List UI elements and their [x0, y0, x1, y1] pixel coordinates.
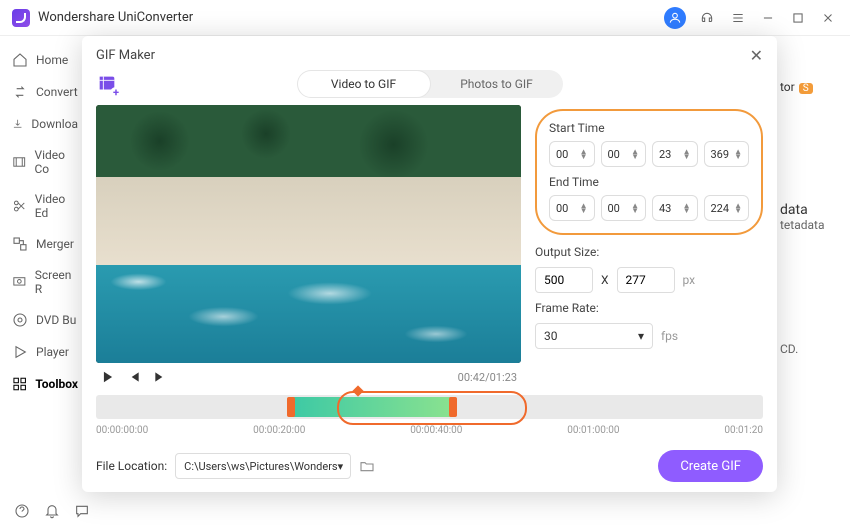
sidebar-item-screen-recorder[interactable]: Screen R [0, 260, 90, 304]
minimize-button[interactable] [758, 8, 778, 28]
sidebar-item-label: DVD Bu [36, 313, 76, 327]
time-range-group: Start Time 00▲▼ 00▲▼ 23▲▼ 369▲▼ End Time… [535, 109, 763, 235]
sidebar-item-label: Screen R [35, 268, 78, 296]
menu-button[interactable] [728, 8, 748, 28]
start-mm-stepper[interactable]: 00▲▼ [601, 141, 647, 167]
sidebar-item-label: Convert [36, 85, 78, 99]
title-actions [664, 7, 838, 29]
titlebar: Wondershare UniConverter [0, 0, 850, 36]
start-ms-stepper[interactable]: 369▲▼ [704, 141, 750, 167]
frame-rate-label: Frame Rate: [535, 301, 763, 315]
sidebar-item-home[interactable]: Home [0, 44, 90, 76]
sidebar-item-player[interactable]: Player [0, 336, 90, 368]
selection-clip[interactable] [290, 397, 454, 417]
notifications-button[interactable] [44, 503, 60, 522]
player-controls: 00:42/01:23 [96, 363, 521, 391]
timeline-track[interactable] [96, 395, 763, 419]
end-mm-stepper[interactable]: 00▲▼ [601, 195, 647, 221]
end-ss-stepper[interactable]: 43▲▼ [652, 195, 698, 221]
sidebar-item-dvd-burner[interactable]: DVD Bu [0, 304, 90, 336]
output-width-input[interactable] [535, 267, 593, 293]
statusbar [0, 497, 104, 527]
modal-title: GIF Maker [96, 48, 750, 63]
create-gif-button[interactable]: Create GIF [658, 450, 763, 482]
trim-start-handle[interactable] [287, 397, 295, 417]
sidebar-item-label: Video Co [34, 148, 78, 176]
sidebar-item-downloader[interactable]: Downloa [0, 108, 90, 140]
help-button[interactable] [14, 503, 30, 522]
chevron-down-icon: ▾ [638, 329, 644, 343]
tab-video-to-gif[interactable]: Video to GIF [297, 70, 431, 98]
sidebar-item-label: Toolbox [35, 377, 78, 391]
px-unit: px [683, 273, 696, 287]
timeline: 00:00:00:00 00:00:20:00 00:00:40:00 00:0… [82, 395, 777, 440]
sidebar-item-label: Video Ed [35, 192, 78, 220]
sidebar-item-toolbox[interactable]: Toolbox [0, 368, 90, 400]
start-hh-stepper[interactable]: 00▲▼ [549, 141, 595, 167]
next-frame-button[interactable] [152, 369, 168, 385]
sidebar-item-label: Downloa [31, 117, 78, 131]
timeline-ticks: 00:00:00:00 00:00:20:00 00:00:40:00 00:0… [96, 425, 763, 440]
open-folder-button[interactable] [359, 458, 375, 474]
app-title: Wondershare UniConverter [38, 10, 664, 25]
trim-end-handle[interactable] [449, 397, 457, 417]
sidebar-item-video-compressor[interactable]: Video Co [0, 140, 90, 184]
start-ss-stepper[interactable]: 23▲▼ [652, 141, 698, 167]
support-button[interactable] [696, 7, 718, 29]
output-height-input[interactable] [617, 267, 675, 293]
add-media-icon[interactable]: + [96, 73, 118, 95]
close-button[interactable] [818, 8, 838, 28]
video-preview[interactable] [96, 105, 521, 363]
close-icon[interactable]: ✕ [750, 46, 763, 65]
player-time: 00:42/01:23 [458, 371, 517, 384]
feedback-button[interactable] [74, 503, 90, 522]
account-button[interactable] [664, 7, 686, 29]
sidebar-item-label: Player [36, 345, 69, 359]
play-button[interactable] [100, 369, 116, 385]
end-hh-stepper[interactable]: 00▲▼ [549, 195, 595, 221]
end-time-label: End Time [549, 175, 749, 189]
mode-segmented: Video to GIF Photos to GIF [297, 70, 563, 98]
x-separator: X [601, 273, 609, 287]
tab-photos-to-gif[interactable]: Photos to GIF [431, 70, 563, 98]
chevron-down-icon: ▾ [338, 460, 344, 473]
sidebar-item-label: Home [36, 53, 68, 67]
fps-unit: fps [661, 329, 678, 343]
file-location-label: File Location: [96, 459, 167, 473]
background-panel: torS data tetadata CD. [780, 80, 840, 356]
file-location-select[interactable]: C:\Users\ws\Pictures\Wonders▾ [175, 453, 351, 479]
app-logo-icon [12, 9, 30, 27]
gif-maker-modal: GIF Maker ✕ + Video to GIF Photos to GIF… [82, 36, 777, 492]
sidebar-item-label: Merger [36, 237, 74, 251]
sidebar-item-video-editor[interactable]: Video Ed [0, 184, 90, 228]
end-ms-stepper[interactable]: 224▲▼ [704, 195, 750, 221]
sidebar-item-merger[interactable]: Merger [0, 228, 90, 260]
sidebar-item-converter[interactable]: Convert [0, 76, 90, 108]
prev-frame-button[interactable] [126, 369, 142, 385]
output-size-label: Output Size: [535, 245, 763, 259]
maximize-button[interactable] [788, 8, 808, 28]
start-time-label: Start Time [549, 121, 749, 135]
sidebar: Home Convert Downloa Video Co Video Ed M… [0, 36, 90, 497]
frame-rate-select[interactable]: 30▾ [535, 323, 653, 349]
